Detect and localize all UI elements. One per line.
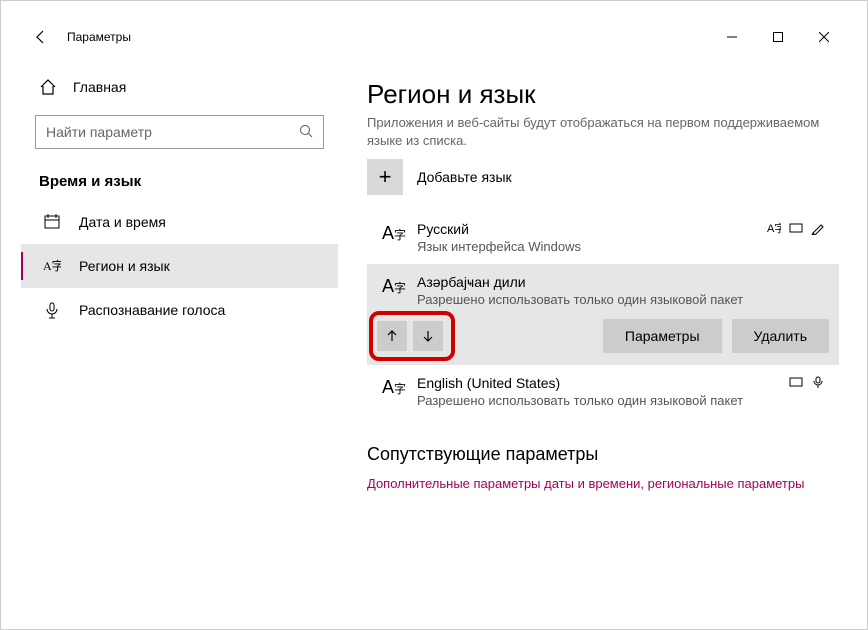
search-placeholder: Найти параметр <box>46 124 299 140</box>
region-icon: A字 <box>43 257 61 275</box>
language-badges: A字 <box>767 221 829 238</box>
related-link[interactable]: Дополнительные параметры даты и времени,… <box>367 475 839 493</box>
speech-icon <box>811 375 825 392</box>
language-text: Азәрбајҹан дили Разрешено использовать т… <box>411 274 829 307</box>
svg-text:A字: A字 <box>43 258 61 273</box>
add-language-label: Добавьте язык <box>417 169 512 185</box>
nav-item-voice[interactable]: Распознавание голоса <box>21 288 338 332</box>
language-row-russian[interactable]: A字 Русский Язык интерфейса Windows A字 <box>367 211 839 264</box>
input-icon <box>789 221 803 238</box>
nav-label: Дата и время <box>79 214 166 230</box>
move-buttons-group <box>377 321 443 351</box>
voice-icon <box>43 301 61 319</box>
input-icon <box>789 375 803 392</box>
language-subtitle: Разрешено использовать только один языко… <box>417 393 789 408</box>
language-row-azerbaijani[interactable]: A字 Азәрбајҹан дили Разрешено использоват… <box>367 264 839 365</box>
maximize-button[interactable] <box>755 21 801 53</box>
language-row-english[interactable]: A字 English (United States) Разрешено исп… <box>367 365 839 418</box>
home-icon <box>39 78 57 96</box>
sidebar: Главная Найти параметр Время и язык Дата… <box>21 55 339 613</box>
display-lang-icon: A字 <box>767 221 781 238</box>
window-title: Параметры <box>67 30 709 44</box>
move-up-button[interactable] <box>377 321 407 351</box>
nav-item-datetime[interactable]: Дата и время <box>21 200 338 244</box>
hint-text: Приложения и веб-сайты будут отображатьс… <box>367 114 839 149</box>
move-down-button[interactable] <box>413 321 443 351</box>
close-button[interactable] <box>801 21 847 53</box>
home-label: Главная <box>73 79 126 95</box>
language-icon: A字 <box>377 375 411 398</box>
plus-icon: + <box>379 164 392 190</box>
body: Главная Найти параметр Время и язык Дата… <box>21 55 849 613</box>
category-header: Время и язык <box>21 167 338 200</box>
language-text: English (United States) Разрешено исполь… <box>411 375 789 408</box>
language-badges <box>789 375 829 392</box>
window-controls <box>709 21 847 53</box>
language-text: Русский Язык интерфейса Windows <box>411 221 767 254</box>
remove-button[interactable]: Удалить <box>732 319 829 353</box>
language-name: Азәрбајҹан дили <box>417 274 829 290</box>
back-button[interactable] <box>23 19 59 55</box>
language-name: English (United States) <box>417 375 789 391</box>
search-input[interactable]: Найти параметр <box>35 115 324 149</box>
page-title: Регион и язык <box>367 79 839 110</box>
language-icon: A字 <box>377 221 411 244</box>
datetime-icon <box>43 213 61 231</box>
add-language-button[interactable]: + <box>367 159 403 195</box>
search-icon <box>299 124 313 141</box>
language-icon: A字 <box>377 274 411 297</box>
svg-text:A字: A字 <box>767 221 781 235</box>
language-subtitle: Разрешено использовать только один языко… <box>417 292 829 307</box>
language-subtitle: Язык интерфейса Windows <box>417 239 767 254</box>
nav-label: Регион и язык <box>79 258 170 274</box>
home-button[interactable]: Главная <box>21 67 338 107</box>
options-button[interactable]: Параметры <box>603 319 722 353</box>
related-section-header: Сопутствующие параметры <box>367 444 839 465</box>
main-panel: Регион и язык Приложения и веб-сайты буд… <box>339 55 849 613</box>
handwriting-icon <box>811 221 825 238</box>
language-actions: Параметры Удалить <box>377 319 829 353</box>
nav-item-region[interactable]: A字 Регион и язык <box>21 244 338 288</box>
settings-window: Параметры Главная Найти параметр <box>21 19 849 613</box>
add-language-row[interactable]: + Добавьте язык <box>367 159 839 195</box>
minimize-button[interactable] <box>709 21 755 53</box>
nav-label: Распознавание голоса <box>79 302 225 318</box>
titlebar: Параметры <box>21 19 849 55</box>
language-name: Русский <box>417 221 767 237</box>
